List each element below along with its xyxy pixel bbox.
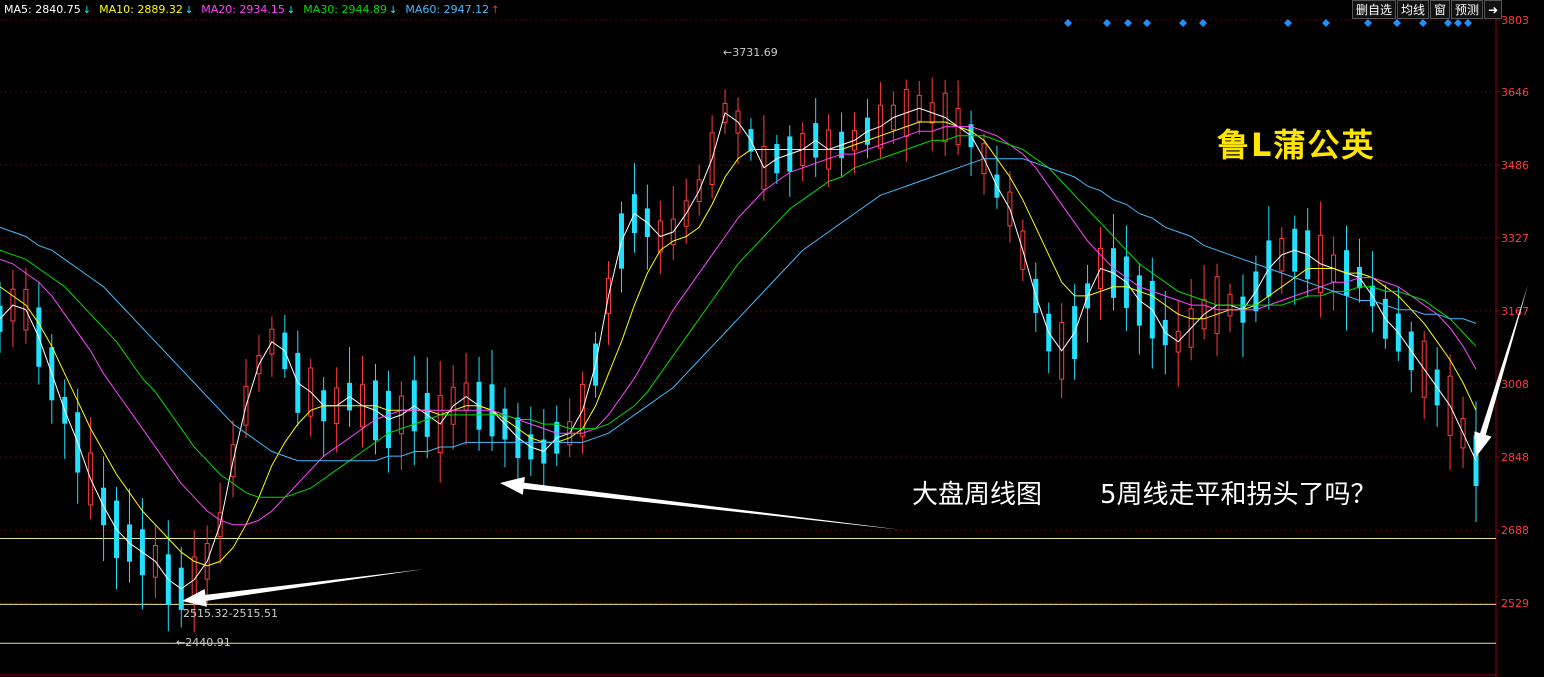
diamond-marker [1322,19,1330,27]
tick-label: 3327 [1501,232,1529,245]
ma-value: 2889.32 [133,3,183,16]
ma-value: 2934.15 [235,3,285,16]
ma-label: MA20: [201,3,236,16]
annotation-title: 大盘周线图 [912,480,1043,510]
tick-label: 2529 [1501,597,1529,610]
ma-label: MA5: [4,3,32,16]
ma-value: 2840.75 [31,3,81,16]
arrow-to-low-icon [182,569,425,607]
price-axis: 3803 3646 3486 3327 3167 3008 2848 2688 2529 [1496,14,1529,610]
ma-legend-item: MA5: 2840.75 ↓ [4,3,91,16]
tick-label: 3486 [1501,159,1529,172]
low-price-label: ←2440.91 [176,636,231,649]
ma-line-ma30 [0,135,1477,498]
ma-value: 2944.89 [338,3,388,16]
chart-toolbar: 删自选 均线窗预测 ➜ [1352,0,1503,19]
arrow-down-icon: ↓ [82,5,92,16]
ma-line-ma5 [0,107,1477,590]
ma-value: 2947.12 [440,3,490,16]
tick-label: 3167 [1501,305,1529,318]
ma-legend-item: MA60: 2947.12 ↑ [405,3,499,16]
ma-label: MA30: [303,3,339,16]
ma-legend-item: MA10: 2889.32 ↓ [99,3,193,16]
diamond-marker [1393,19,1401,27]
range-price-label: 2515.32-2515.51 [183,607,278,620]
watermark-text: 鲁L蒲公英 [1217,126,1376,164]
arrow-down-icon: ↓ [184,5,194,16]
forecast-button[interactable]: 预测 [1451,0,1484,19]
price-labels: ←3731.69 ←2440.91 2515.32-2515.51 [176,46,778,649]
support-lines [0,537,1496,644]
tick-label: 2848 [1501,451,1529,464]
chart-grid [0,0,1497,677]
high-price-label: ←3731.69 [723,46,778,59]
window-button[interactable]: 窗 [1430,0,1451,19]
arrow-down-icon: ↓ [389,5,398,16]
ma-settings-button[interactable]: 均线 [1397,0,1430,19]
annotation-arrows [182,285,1528,607]
ma-label: MA10: [99,3,134,16]
tick-label: 2688 [1501,524,1529,537]
delete-favorite-button[interactable]: 删自选 [1352,0,1397,19]
diamond-marker [1103,19,1111,27]
ma-legend-item: MA20: 2934.15 ↓ [201,3,295,16]
diamond-marker [1143,19,1151,27]
tick-label: 3803 [1501,14,1529,27]
exit-arrow-icon[interactable]: ➜ [1484,0,1503,19]
arrow-up-icon: ↑ [491,5,500,16]
moving-average-legend: MA5: 2840.75 ↓ MA10: 2889.32 ↓ MA20: 2934.15… [0,0,1350,20]
moving-average-lines [0,107,1477,590]
arrow-to-mid-low-icon [500,476,903,530]
tick-label: 3008 [1501,378,1529,391]
ma-label: MA60: [405,3,441,16]
annotation-question: 5周线走平和拐头了吗？ [1100,480,1377,510]
tick-label: 3646 [1501,86,1529,99]
ma-legend-item: MA30: 2944.89 ↓ [303,3,397,16]
ma-line-ma20 [0,126,1477,526]
candlestick-chart: 3803 3646 3486 3327 3167 3008 2848 2688 2529 ←37… [0,0,1529,677]
arrow-down-icon: ↓ [286,5,296,16]
